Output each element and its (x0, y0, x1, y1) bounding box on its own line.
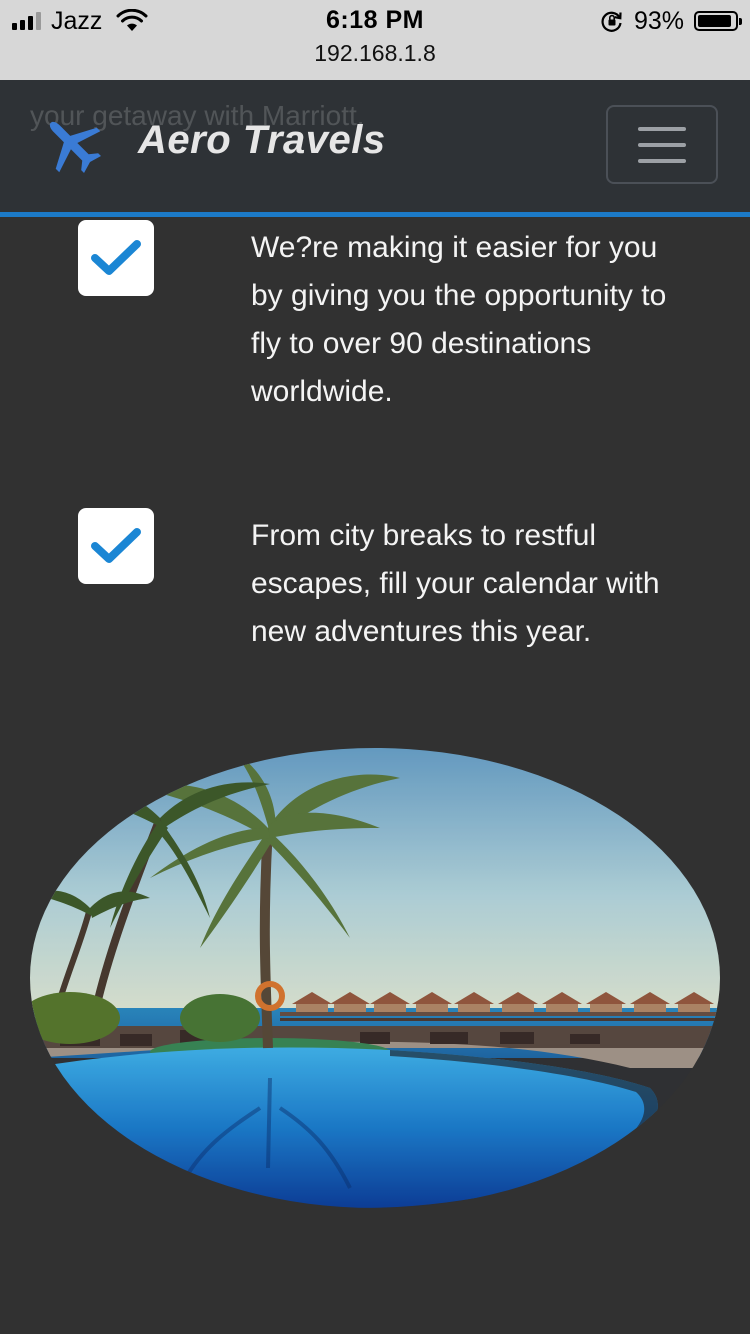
check-badge (78, 220, 154, 296)
brand-name[interactable]: Aero Travels (138, 118, 386, 163)
resort-illustration (30, 748, 720, 1208)
status-right: 93% (600, 6, 742, 35)
status-bar: Jazz 6:18 PM 192.168.1.8 93% (0, 0, 750, 80)
battery-icon (694, 11, 742, 31)
lock-rotation-icon (601, 11, 622, 32)
hamburger-icon-bar (638, 142, 686, 147)
hamburger-icon-bar (638, 158, 686, 163)
feature-text: From city breaks to restful escapes, fil… (251, 519, 660, 648)
check-icon (91, 240, 141, 275)
plane-icon[interactable] (38, 110, 106, 178)
hamburger-menu-button[interactable] (606, 105, 718, 184)
hamburger-icon-bar (638, 126, 686, 131)
navbar-accent-line (0, 212, 750, 217)
address-bar-url[interactable]: 192.168.1.8 (0, 40, 750, 67)
check-badge (78, 508, 154, 584)
feature-text: We?re making it easier for you by giving… (251, 231, 667, 408)
check-icon (91, 528, 141, 563)
navbar: your getaway with Marriott. Aero Travels (0, 80, 750, 212)
battery-percent: 93% (633, 6, 684, 35)
battery-fill (698, 15, 732, 27)
resort-pool-image (30, 748, 720, 1208)
